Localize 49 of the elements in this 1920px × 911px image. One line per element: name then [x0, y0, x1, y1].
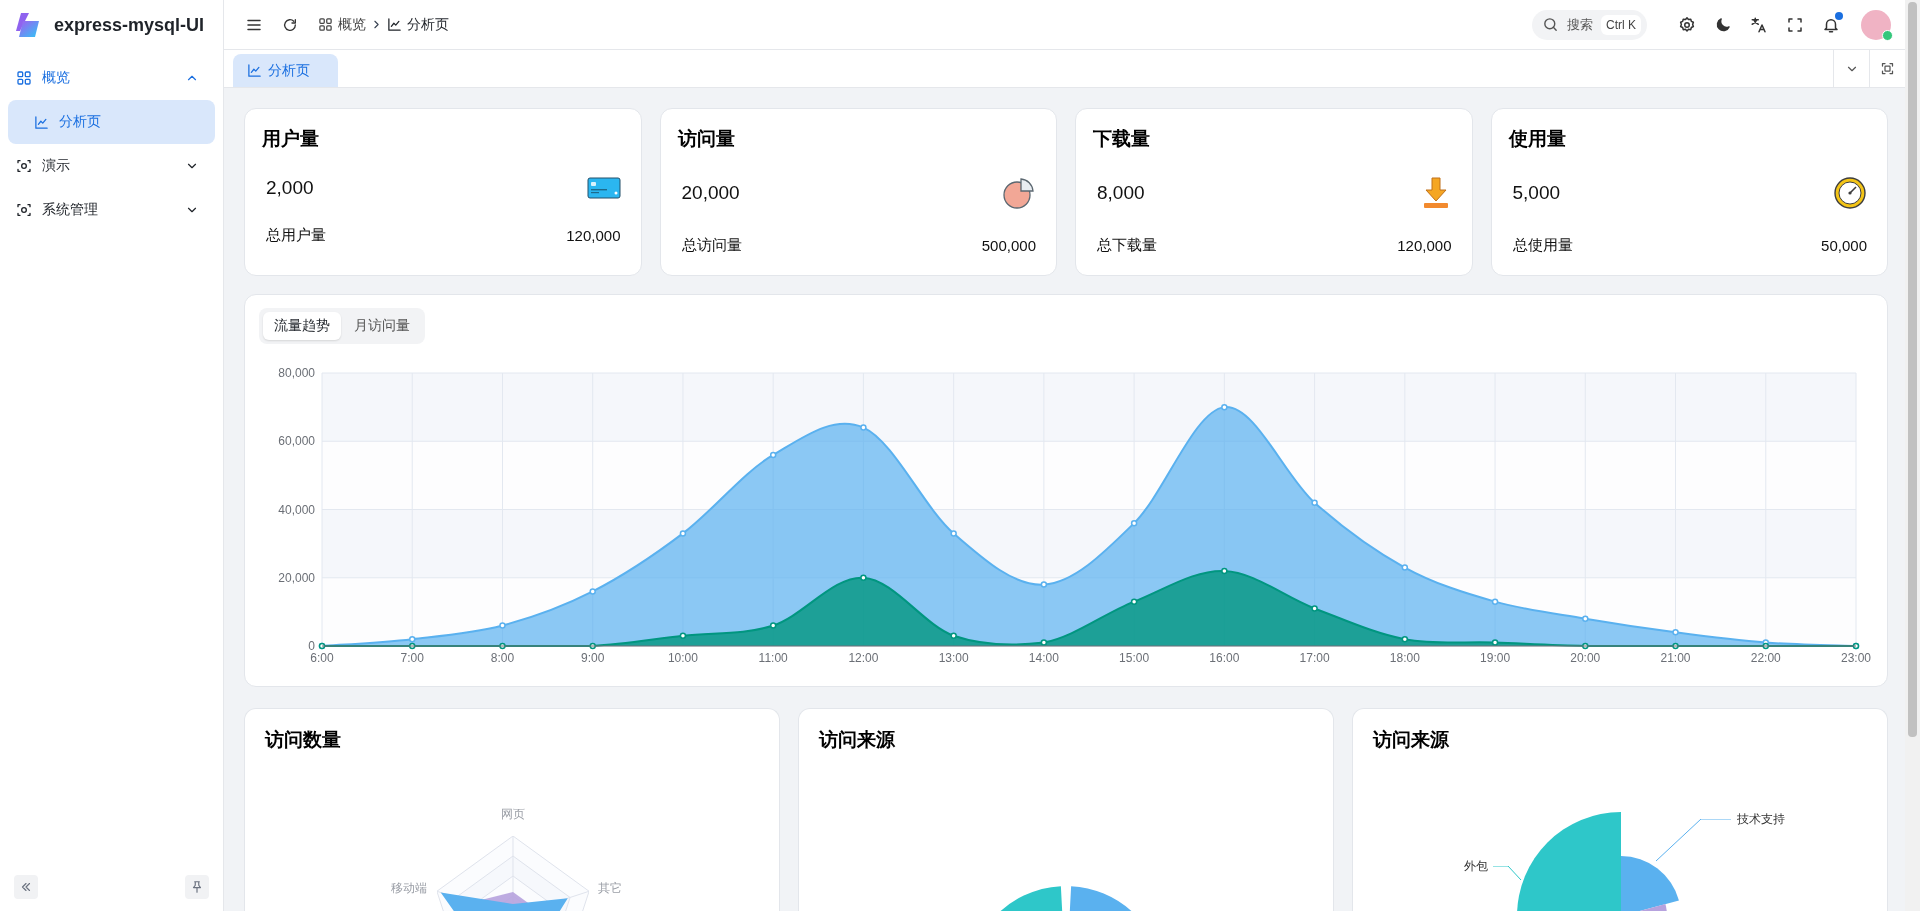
axis-tick-label: 40,000	[278, 502, 315, 517]
shortcut-hint: Ctrl K	[1601, 14, 1641, 35]
chart-label: 其它	[598, 881, 623, 896]
total-value: 120,000	[1397, 237, 1452, 254]
axis-tick-label: 16:00	[1209, 651, 1240, 665]
total-value: 50,000	[1821, 237, 1867, 254]
axis-tick-label: 6:00	[310, 651, 334, 665]
axis-tick-label: 80,000	[278, 366, 315, 380]
axis-tick-label: 19:00	[1480, 651, 1511, 665]
chart-label: 网页	[501, 806, 525, 821]
stat-value: 20,000	[681, 182, 740, 204]
axis-tick-label: 15:00	[1119, 651, 1150, 665]
total-value: 120,000	[566, 227, 621, 244]
axis-tick-label: 20,000	[278, 570, 315, 585]
axis-tick-label: 12:00	[848, 651, 879, 665]
total-value: 500,000	[981, 237, 1036, 254]
stat-title: 用户量	[262, 127, 320, 151]
card-title: 访问来源	[1371, 728, 1450, 752]
stat-title: 下载量	[1093, 127, 1151, 151]
axis-tick-label: 0	[308, 639, 315, 653]
axis-tick-label: 23:00	[1841, 651, 1871, 665]
axis-tick-label: 9:00	[581, 651, 605, 665]
axis-tick-label: 22:00	[1750, 651, 1781, 665]
card-title: 访问数量	[263, 728, 342, 752]
total-label: 总下载量	[1097, 236, 1157, 255]
app-title: express-mysql-UI	[54, 14, 205, 36]
axis-tick-label: 17:00	[1299, 651, 1330, 665]
axis-tick-label: 7:00	[400, 651, 424, 665]
stat-value: 8,000	[1097, 182, 1145, 204]
chart-label: 移动端	[390, 881, 427, 896]
stat-title: 使用量	[1508, 127, 1567, 151]
chart-label: 技术支持	[1737, 812, 1785, 826]
axis-tick-label: 18:00	[1389, 651, 1420, 665]
stat-value: 2,000	[266, 177, 314, 199]
axis-tick-label: 21:00	[1660, 651, 1691, 665]
stat-title: 访问量	[677, 127, 736, 151]
axis-tick-label: 11:00	[758, 651, 788, 665]
axis-tick-label: 13:00	[938, 651, 969, 665]
axis-tick-label: 8:00	[490, 651, 515, 665]
axis-tick-label: 14:00	[1028, 651, 1059, 665]
axis-tick-label: 20:00	[1570, 651, 1601, 665]
total-label: 总用户量	[266, 226, 326, 245]
card-title: 访问来源	[817, 728, 896, 752]
total-label: 总访问量	[681, 236, 742, 255]
total-label: 总使用量	[1512, 236, 1573, 255]
axis-tick-label: 60,000	[278, 434, 315, 449]
chart-label: 外包	[1464, 859, 1488, 873]
stat-value: 5,000	[1512, 182, 1561, 204]
axis-tick-label: 10:00	[667, 651, 698, 665]
